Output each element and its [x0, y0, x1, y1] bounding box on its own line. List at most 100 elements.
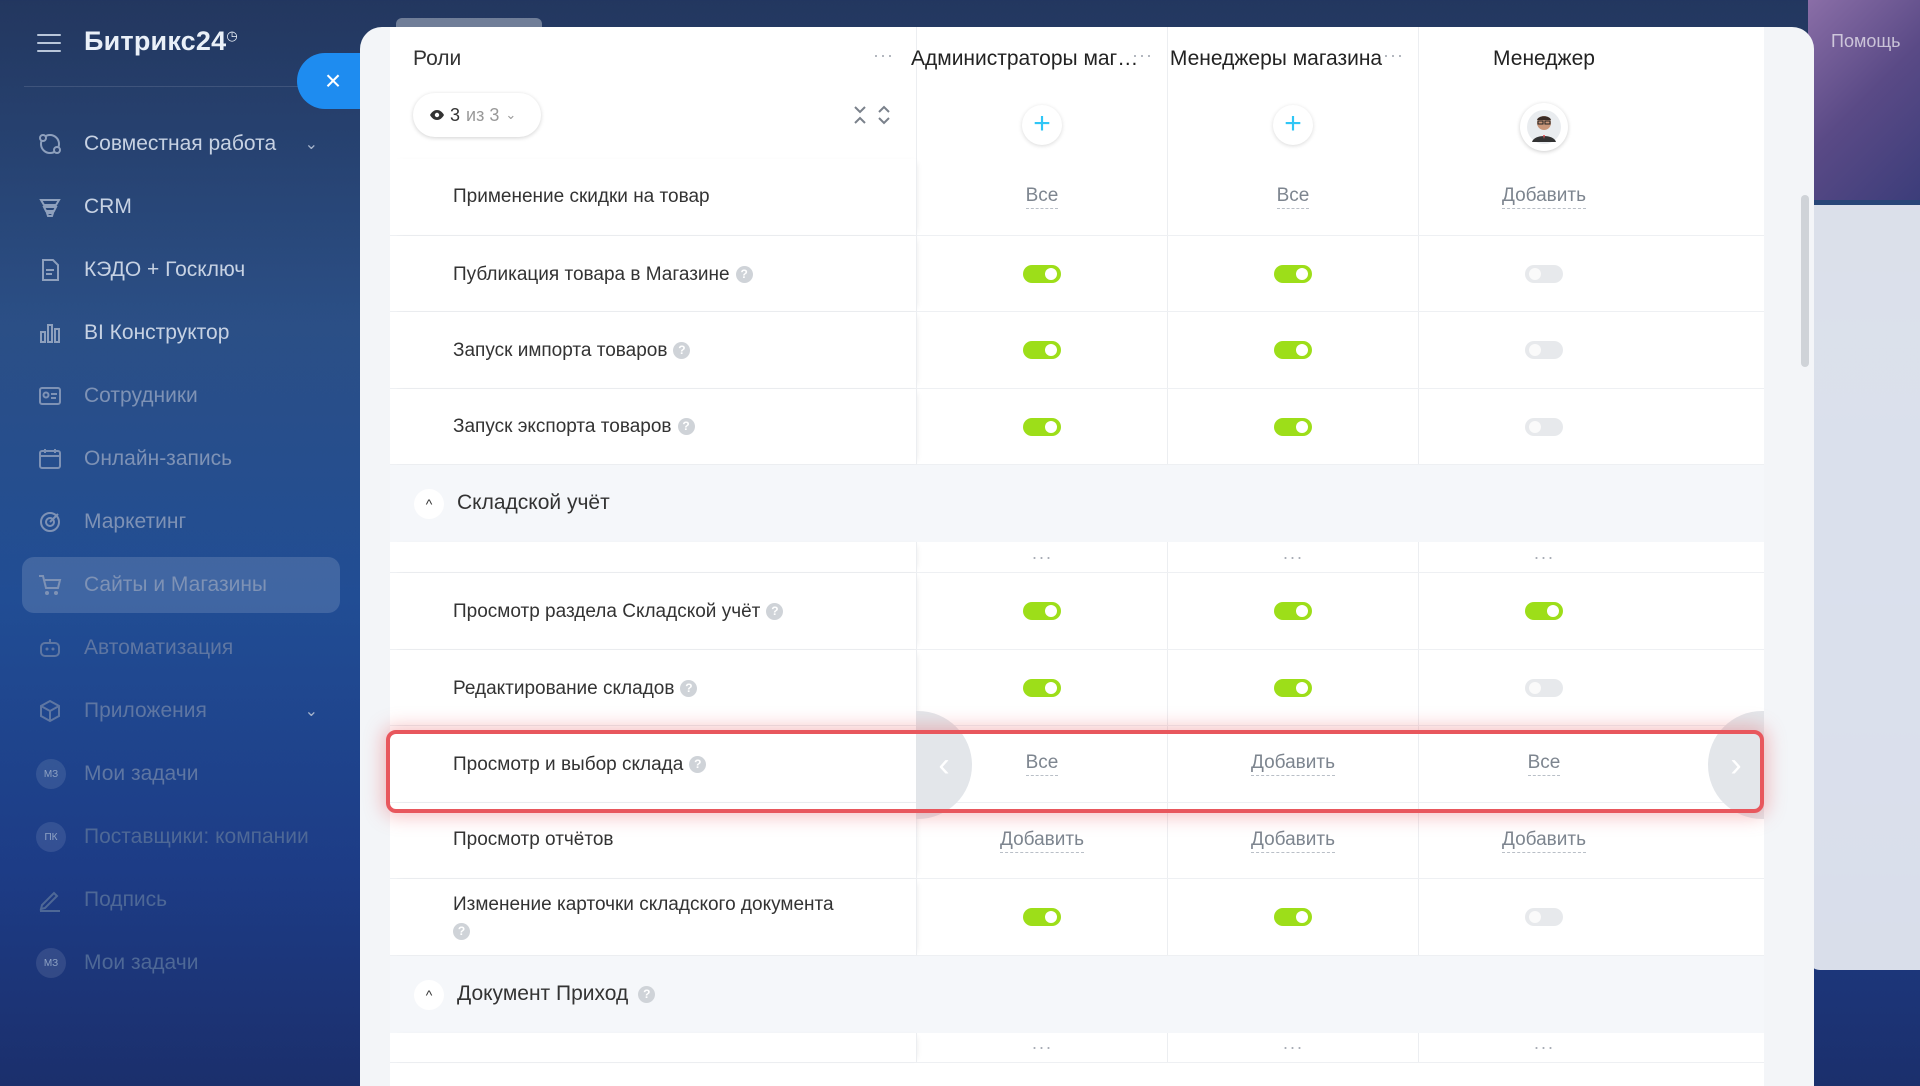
more-icon[interactable]: ···: [873, 45, 894, 66]
permission-cell[interactable]: [1418, 312, 1669, 388]
more-icon[interactable]: ···: [1534, 1037, 1555, 1058]
permission-cell[interactable]: Добавить: [1418, 803, 1669, 878]
permission-cell[interactable]: [916, 389, 1167, 464]
permission-toggle[interactable]: [1274, 417, 1312, 436]
help-icon[interactable]: ?: [453, 923, 470, 941]
more-icon[interactable]: ···: [1534, 547, 1555, 568]
permission-cell[interactable]: [1167, 573, 1418, 649]
logo[interactable]: Битрикс24◷: [84, 26, 238, 57]
permission-cell[interactable]: [1167, 236, 1418, 311]
sidebar-item-employees[interactable]: Сотрудники: [22, 368, 340, 424]
help-icon[interactable]: ?: [673, 342, 691, 360]
permission-cell[interactable]: [1167, 312, 1418, 388]
sidebar-item-sign[interactable]: Подпись: [22, 872, 340, 928]
permission-toggle[interactable]: [1023, 341, 1061, 359]
permission-toggle[interactable]: [1274, 341, 1312, 359]
permission-cell[interactable]: [1418, 879, 1669, 955]
chevron-up-icon[interactable]: ^: [414, 489, 444, 519]
scope-link[interactable]: Все: [1276, 185, 1310, 209]
scope-link[interactable]: Добавить: [1502, 829, 1586, 853]
add-member-button[interactable]: +: [1273, 105, 1313, 145]
scope-link[interactable]: Добавить: [1502, 185, 1586, 209]
more-icon[interactable]: ···: [1032, 547, 1053, 568]
permission-toggle[interactable]: [1525, 417, 1563, 436]
permission-cell[interactable]: [916, 236, 1167, 311]
permission-cell[interactable]: [1167, 389, 1418, 464]
sidebar-item-bi[interactable]: BI Конструктор: [22, 305, 340, 361]
permission-cell[interactable]: [1418, 573, 1669, 649]
chevron-down-icon[interactable]: ⌄: [305, 134, 318, 154]
sidebar-item-my-tasks[interactable]: МЗ Мои задачи: [22, 746, 340, 802]
permission-cell[interactable]: Все: [1167, 159, 1418, 235]
permission-cell[interactable]: [1167, 650, 1418, 725]
section-header-incoming-doc[interactable]: ^ Документ Приход?: [390, 956, 1764, 1033]
sidebar-item-apps[interactable]: Приложения ⌄: [22, 683, 340, 739]
permission-cell[interactable]: [1418, 650, 1669, 725]
more-icon[interactable]: ···: [1132, 45, 1153, 66]
permission-toggle[interactable]: [1023, 264, 1061, 283]
section-more-cell[interactable]: ···: [916, 542, 1167, 572]
permission-toggle[interactable]: [1023, 908, 1061, 926]
help-icon[interactable]: ?: [638, 985, 656, 1003]
permission-toggle[interactable]: [1525, 908, 1563, 926]
chevron-up-icon[interactable]: ^: [414, 980, 444, 1010]
permission-cell[interactable]: Добавить: [916, 803, 1167, 878]
permission-toggle[interactable]: [1023, 602, 1061, 620]
more-icon[interactable]: ···: [1383, 45, 1404, 66]
permission-toggle[interactable]: [1525, 264, 1563, 283]
section-more-cell[interactable]: ···: [1418, 542, 1669, 572]
sidebar-item-crm[interactable]: CRM: [22, 179, 340, 235]
menu-icon[interactable]: [37, 34, 61, 52]
scope-link[interactable]: Добавить: [1251, 829, 1335, 853]
permission-toggle[interactable]: [1023, 417, 1061, 436]
permission-toggle[interactable]: [1274, 602, 1312, 620]
permission-cell[interactable]: Добавить: [1167, 803, 1418, 878]
permission-cell[interactable]: [916, 312, 1167, 388]
section-more-cell[interactable]: ···: [1418, 1033, 1669, 1062]
scrollbar-thumb[interactable]: [1801, 195, 1809, 367]
help-icon[interactable]: ?: [766, 603, 784, 621]
section-more-cell[interactable]: ···: [916, 1033, 1167, 1062]
permission-toggle[interactable]: [1525, 678, 1563, 697]
permission-toggle[interactable]: [1274, 264, 1312, 283]
more-icon[interactable]: ···: [1283, 547, 1304, 568]
permission-cell[interactable]: Добавить: [1418, 159, 1669, 235]
permission-toggle[interactable]: [1525, 602, 1563, 620]
section-more-cell[interactable]: ···: [1167, 542, 1418, 572]
help-icon[interactable]: ?: [735, 266, 753, 284]
permission-toggle[interactable]: [1274, 908, 1312, 926]
visible-roles-selector[interactable]: 3 из 3 ⌄: [413, 93, 541, 137]
more-icon[interactable]: ···: [1032, 1037, 1053, 1058]
sidebar-item-marketing[interactable]: Маркетинг: [22, 494, 340, 550]
section-more-cell[interactable]: ···: [1167, 1033, 1418, 1062]
help-icon[interactable]: ?: [680, 680, 698, 698]
sidebar-item-collab[interactable]: Совместная работа ⌄: [22, 116, 340, 172]
permission-toggle[interactable]: [1525, 341, 1563, 359]
add-member-button[interactable]: +: [1022, 105, 1062, 145]
permission-cell[interactable]: [1418, 389, 1669, 464]
scope-link[interactable]: Добавить: [1000, 829, 1084, 853]
sidebar-item-kedo[interactable]: КЭДО + Госключ: [22, 242, 340, 298]
chevron-down-icon[interactable]: ⌄: [305, 701, 318, 721]
permission-cell[interactable]: [916, 879, 1167, 955]
permission-cell[interactable]: Все: [916, 159, 1167, 235]
sidebar-item-sites[interactable]: Сайты и Магазины: [22, 557, 340, 613]
sidebar-item-booking[interactable]: Онлайн-запись: [22, 431, 340, 487]
avatar[interactable]: [1520, 103, 1568, 151]
permission-cell[interactable]: [1167, 879, 1418, 955]
help-link[interactable]: Помощь: [1831, 31, 1901, 52]
sidebar-item-automation[interactable]: Автоматизация: [22, 620, 340, 676]
close-slider-button[interactable]: ×: [297, 53, 361, 109]
permission-cell[interactable]: [916, 650, 1167, 725]
permission-toggle[interactable]: [1023, 678, 1061, 697]
sidebar-item-my-tasks-2[interactable]: МЗ Мои задачи: [22, 935, 340, 991]
help-icon[interactable]: ?: [677, 418, 695, 436]
scope-link[interactable]: Все: [1025, 185, 1059, 209]
permission-cell[interactable]: [916, 573, 1167, 649]
section-header-warehouse[interactable]: ^ Складской учёт: [390, 465, 1764, 542]
collapse-expand-icon[interactable]: [852, 104, 892, 126]
more-icon[interactable]: ···: [1283, 1037, 1304, 1058]
sidebar-item-suppliers[interactable]: ПК Поставщики: компании: [22, 809, 340, 865]
permission-toggle[interactable]: [1274, 678, 1312, 697]
permission-cell[interactable]: [1418, 236, 1669, 311]
